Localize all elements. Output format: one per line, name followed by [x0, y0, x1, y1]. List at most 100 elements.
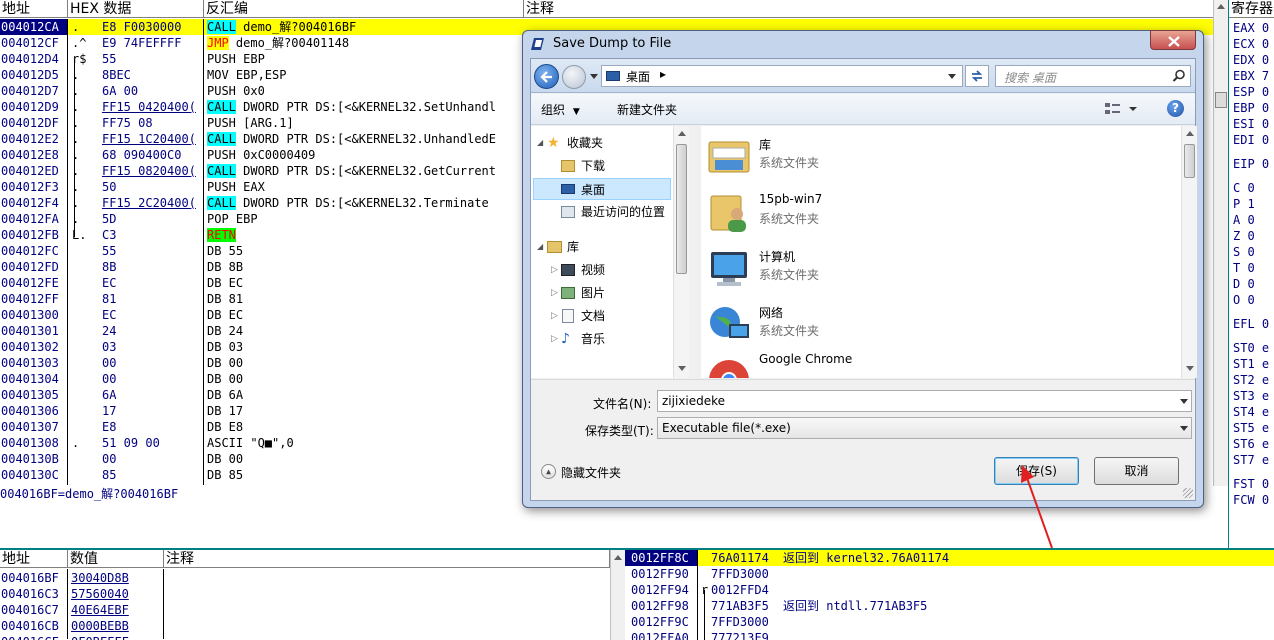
disassembly-text[interactable]: CALL DWORD PTR DS:[<&KERNEL32.Terminate	[207, 195, 524, 211]
dump-value[interactable]: 0F0BFFFF	[71, 634, 161, 640]
scroll-up-arrow[interactable]	[1217, 4, 1225, 9]
disassembly-text[interactable]: DB 81	[207, 291, 524, 307]
file-list-scrollbar[interactable]	[1181, 126, 1197, 378]
disassembly-text[interactable]: DB 6A	[207, 387, 524, 403]
filename-input[interactable]: zijixiedeke	[657, 390, 1192, 412]
register-entry[interactable]: O 0	[1233, 292, 1255, 308]
stack-row[interactable]: 0012FF90 7FFD3000	[625, 566, 1274, 582]
register-entry[interactable]: FST 0	[1233, 476, 1269, 492]
address-dropdown-icon[interactable]	[948, 74, 956, 79]
stack-address[interactable]: 0012FFA0	[625, 630, 697, 640]
stack-value[interactable]: 777213F9	[711, 630, 779, 640]
disassembly-text[interactable]: CALL DWORD PTR DS:[<&KERNEL32.GetCurrent	[207, 163, 524, 179]
dump-value[interactable]: 40E64EBF	[71, 602, 161, 618]
dump-address[interactable]: 004016C3	[1, 586, 67, 602]
disassembly-text[interactable]: DB 24	[207, 323, 524, 339]
disassembly-text[interactable]: PUSH EBP	[207, 51, 524, 67]
disassembly-text[interactable]: DB 17	[207, 403, 524, 419]
dump-row[interactable]: 004016BF 30040D8B	[0, 570, 610, 586]
instruction-address[interactable]: 004012D9	[0, 99, 67, 115]
refresh-button[interactable]	[965, 65, 989, 87]
instruction-address[interactable]: 00401302	[0, 339, 67, 355]
file-item-computer[interactable]: 计算机 系统文件夹	[701, 242, 1179, 298]
save-dump-dialog[interactable]: Save Dump to File 桌面 ▸ 搜索 桌面 组织 ▼ 新建文件夹 …	[522, 30, 1204, 508]
instruction-address[interactable]: 004012D5	[0, 67, 67, 83]
disasm-scrollbar[interactable]	[1213, 0, 1228, 486]
disassembly-text[interactable]: MOV EBP,ESP	[207, 67, 524, 83]
filetype-select[interactable]: Executable file(*.exe)	[657, 417, 1192, 439]
instruction-address[interactable]: 00401300	[0, 307, 67, 323]
tree-scrollbar[interactable]	[673, 126, 689, 378]
disassembly-text[interactable]: DB EC	[207, 307, 524, 323]
new-folder-button[interactable]: 新建文件夹	[617, 101, 677, 118]
disassembly-text[interactable]: RETN	[207, 227, 524, 243]
file-item-libraries[interactable]: 库 系统文件夹	[701, 130, 1179, 186]
dump-address[interactable]: 004016C7	[1, 602, 67, 618]
disassembly-text[interactable]: DB E8	[207, 419, 524, 435]
cancel-button[interactable]: 取消	[1094, 457, 1179, 485]
disasm-col-disasm[interactable]: 反汇编	[204, 0, 524, 18]
filename-dropdown-icon[interactable]	[1180, 399, 1188, 404]
disassembly-text[interactable]: DB 00	[207, 371, 524, 387]
instruction-address[interactable]: 0040130C	[0, 467, 67, 483]
disassembly-text[interactable]: DB 55	[207, 243, 524, 259]
register-entry[interactable]: ST3 e	[1233, 388, 1269, 404]
register-entry[interactable]: A 0	[1233, 212, 1255, 228]
register-entry[interactable]: ECX 0	[1233, 36, 1269, 52]
organize-button[interactable]: 组织 ▼	[541, 101, 580, 118]
instruction-address[interactable]: 004012CF	[0, 35, 67, 51]
register-entry[interactable]: EIP 0	[1233, 156, 1269, 172]
stack-address[interactable]: 0012FF98	[625, 598, 697, 614]
register-entry[interactable]: EFL 0	[1233, 316, 1269, 332]
stack-row[interactable]: 0012FFA0 777213F9	[625, 630, 1274, 640]
disassembly-text[interactable]: PUSH 0xC0000409	[207, 147, 524, 163]
scroll-down-arrow[interactable]	[1186, 366, 1194, 371]
instruction-address[interactable]: 00401306	[0, 403, 67, 419]
stack-row[interactable]: 0012FF94r0012FFD4	[625, 582, 1274, 598]
instruction-address[interactable]: 004012D4	[0, 51, 67, 67]
register-entry[interactable]: FCW 0	[1233, 492, 1269, 508]
forward-button[interactable]	[562, 65, 586, 89]
filetype-dropdown-icon[interactable]	[1180, 426, 1188, 431]
register-entry[interactable]: ST0 e	[1233, 340, 1269, 356]
file-item-user[interactable]: 15pb-win7 系统文件夹	[701, 186, 1179, 242]
stack-value[interactable]: 7FFD3000	[711, 566, 779, 582]
instruction-address[interactable]: 004012FA	[0, 211, 67, 227]
stack-value[interactable]: 771AB3F5	[711, 598, 779, 614]
register-entry[interactable]: ST4 e	[1233, 404, 1269, 420]
dump-scrollbar[interactable]	[610, 550, 625, 640]
disassembly-text[interactable]: CALL demo_解?004016BF	[207, 19, 524, 35]
stack-row[interactable]: 0012FF9C 7FFD3000	[625, 614, 1274, 630]
disassembly-text[interactable]: PUSH EAX	[207, 179, 524, 195]
instruction-address[interactable]: 004012DF	[0, 115, 67, 131]
stack-address[interactable]: 0012FF94	[625, 582, 697, 598]
instruction-address[interactable]: 004012FC	[0, 243, 67, 259]
view-options-button[interactable]	[1103, 101, 1141, 117]
instruction-address[interactable]: 004012FF	[0, 291, 67, 307]
disassembly-text[interactable]: DB 00	[207, 355, 524, 371]
instruction-address[interactable]: 004012E2	[0, 131, 67, 147]
stack-row[interactable]: 0012FF98 771AB3F5 返回到 ntdll.771AB3F5	[625, 598, 1274, 614]
disassembly-text[interactable]: DB EC	[207, 275, 524, 291]
dump-row[interactable]: 004016CB 0000BEBB	[0, 618, 610, 634]
disassembly-text[interactable]: POP EBP	[207, 211, 524, 227]
history-dropdown-icon[interactable]	[590, 74, 598, 79]
resize-grip-icon[interactable]	[1183, 488, 1193, 498]
disasm-col-comment[interactable]: 注释	[524, 0, 1214, 18]
instruction-address[interactable]: 00401307	[0, 419, 67, 435]
instruction-address[interactable]: 004012F4	[0, 195, 67, 211]
scroll-up-arrow[interactable]	[1186, 131, 1194, 136]
register-entry[interactable]: S 0	[1233, 244, 1255, 260]
stack-address[interactable]: 0012FF8C	[625, 550, 697, 566]
register-entry[interactable]: ST2 e	[1233, 372, 1269, 388]
dump-value[interactable]: 57560040	[71, 586, 161, 602]
stack-address[interactable]: 0012FF90	[625, 566, 697, 582]
help-button[interactable]: ?	[1167, 100, 1184, 117]
registers-header[interactable]: 寄存器	[1229, 0, 1274, 18]
instruction-address[interactable]: 004012E8	[0, 147, 67, 163]
register-entry[interactable]: ST7 e	[1233, 452, 1269, 468]
instruction-address[interactable]: 004012ED	[0, 163, 67, 179]
register-entry[interactable]: Z 0	[1233, 228, 1255, 244]
back-button[interactable]	[534, 64, 559, 89]
dump-value[interactable]: 30040D8B	[71, 570, 161, 586]
